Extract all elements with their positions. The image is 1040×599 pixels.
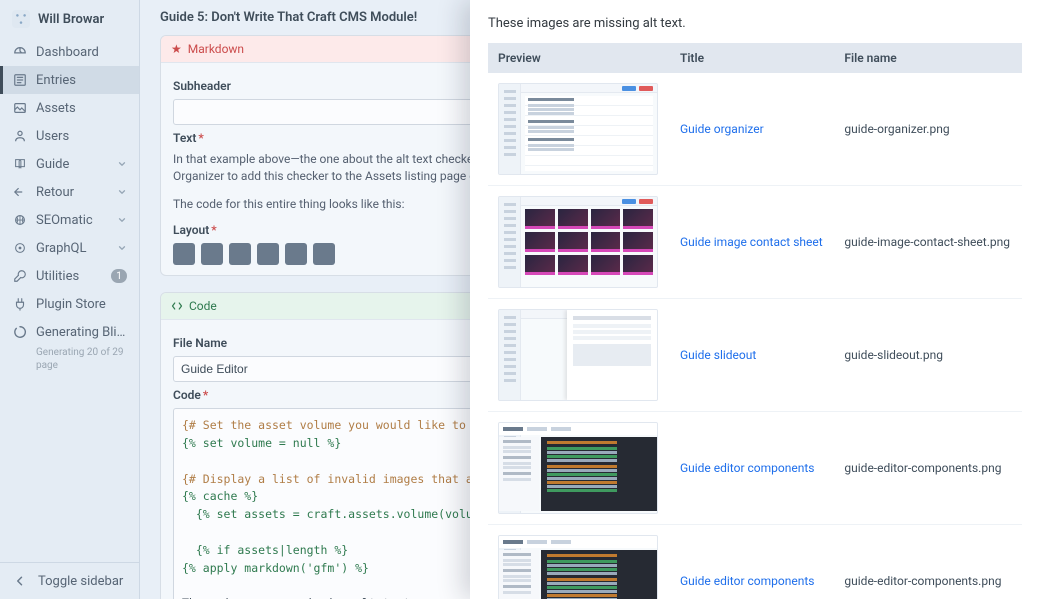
toggle-sidebar-label: Toggle sidebar: [38, 574, 123, 589]
chevron-down-icon: [117, 159, 127, 169]
asset-thumbnail[interactable]: [498, 196, 658, 288]
graphql-icon: [12, 240, 28, 256]
chevron-down-icon: [117, 243, 127, 253]
toggle-sidebar[interactable]: Toggle sidebar: [0, 562, 139, 599]
slideout-panel: These images are missing alt text. Previ…: [470, 0, 1040, 599]
sidebar-item-guide[interactable]: Guide: [0, 150, 139, 178]
sidebar-item-utilities[interactable]: Utilities 1: [0, 262, 139, 290]
cell-file: guide-slideout.png: [834, 299, 1022, 412]
gauge-icon: [12, 44, 28, 60]
sidebar-item-label: Generating Blitz cache: [36, 325, 127, 340]
cell-file: guide-organizer.png: [834, 73, 1022, 186]
sidebar-item-entries[interactable]: Entries: [0, 66, 139, 94]
cell-title: Guide slideout: [670, 299, 834, 412]
asset-thumbnail[interactable]: [498, 309, 658, 401]
table-row: Guide slideout guide-slideout.png: [488, 299, 1022, 412]
sidebar-item-label: SEOmatic: [36, 213, 109, 228]
cell-title: Guide editor components: [670, 525, 834, 599]
star-icon: ★: [171, 42, 182, 56]
sidebar-item-label: Utilities: [36, 269, 103, 284]
cell-file: guide-image-contact-sheet.png: [834, 186, 1022, 299]
asset-title-link[interactable]: Guide organizer: [680, 122, 764, 136]
code-chip-label: Code: [189, 299, 217, 313]
cell-preview: [488, 525, 670, 599]
asset-title-link[interactable]: Guide editor components: [680, 461, 815, 475]
sidebar-item-label: Retour: [36, 185, 109, 200]
assets-icon: [12, 100, 28, 116]
sidebar-item-assets[interactable]: Assets: [0, 94, 139, 122]
chevron-left-icon: [12, 573, 28, 589]
col-title: Title: [670, 43, 834, 73]
asset-title-link[interactable]: Guide image contact sheet: [680, 235, 823, 249]
sidebar-user[interactable]: Will Browar: [0, 0, 139, 38]
cell-file: guide-editor-components.png: [834, 412, 1022, 525]
wrench-icon: [12, 268, 28, 284]
users-icon: [12, 128, 28, 144]
sidebar-nav: Dashboard Entries Assets Users Guide Retour SE…: [0, 38, 139, 562]
layout-option[interactable]: [257, 243, 279, 265]
book-icon: [12, 156, 28, 172]
entries-icon: [12, 72, 28, 88]
seo-icon: [12, 212, 28, 228]
chevron-down-icon: [117, 215, 127, 225]
markdown-chip-label: Markdown: [188, 42, 244, 56]
layout-option[interactable]: [201, 243, 223, 265]
code-icon: [171, 300, 183, 312]
cell-title: Guide editor components: [670, 412, 834, 525]
sidebar-item-label: Users: [36, 129, 127, 144]
sidebar-item-label: Plugin Store: [36, 297, 127, 312]
cell-preview: [488, 73, 670, 186]
spinner-icon: [12, 324, 28, 340]
table-row: Guide organizer guide-organizer.png: [488, 73, 1022, 186]
col-preview: Preview: [488, 43, 670, 73]
sidebar-item-label: Assets: [36, 101, 127, 116]
sidebar-item-plugin-store[interactable]: Plugin Store: [0, 290, 139, 318]
asset-thumbnail[interactable]: [498, 422, 658, 514]
asset-title-link[interactable]: Guide editor components: [680, 574, 815, 588]
sidebar-item-seomatic[interactable]: SEOmatic: [0, 206, 139, 234]
table-row: Guide image contact sheet guide-image-con…: [488, 186, 1022, 299]
sidebar-item-dashboard[interactable]: Dashboard: [0, 38, 139, 66]
craft-logo-icon: [12, 10, 30, 28]
sidebar-item-graphql[interactable]: GraphQL: [0, 234, 139, 262]
layout-option[interactable]: [313, 243, 335, 265]
missing-alt-table: Preview Title File name Guide organizer g…: [488, 43, 1022, 599]
asset-title-link[interactable]: Guide slideout: [680, 348, 756, 362]
sidebar-badge: 1: [111, 269, 127, 283]
asset-thumbnail[interactable]: [498, 535, 658, 599]
cell-preview: [488, 299, 670, 412]
retour-icon: [12, 184, 28, 200]
layout-option[interactable]: [285, 243, 307, 265]
cell-title: Guide image contact sheet: [670, 186, 834, 299]
sidebar-user-name: Will Browar: [38, 12, 104, 27]
table-row: Guide editor components guide-editor-comp…: [488, 525, 1022, 599]
sidebar-item-users[interactable]: Users: [0, 122, 139, 150]
sidebar-item-label: Entries: [36, 73, 127, 88]
sidebar-item-generating-blitz-cache[interactable]: Generating Blitz cache: [0, 318, 139, 346]
global-sidebar: Will Browar Dashboard Entries Assets Users G…: [0, 0, 140, 599]
sidebar-item-retour[interactable]: Retour: [0, 178, 139, 206]
layout-option[interactable]: [229, 243, 251, 265]
sidebar-item-label: Dashboard: [36, 45, 127, 60]
plug-icon: [12, 296, 28, 312]
panel-heading: These images are missing alt text.: [488, 16, 1022, 31]
sidebar-item-label: Guide: [36, 157, 109, 172]
cell-file: guide-editor-components.png: [834, 525, 1022, 599]
col-file: File name: [834, 43, 1022, 73]
cell-title: Guide organizer: [670, 73, 834, 186]
sidebar-item-label: GraphQL: [36, 241, 109, 256]
table-row: Guide editor components guide-editor-comp…: [488, 412, 1022, 525]
cell-preview: [488, 186, 670, 299]
layout-option[interactable]: [173, 243, 195, 265]
chevron-down-icon: [117, 187, 127, 197]
asset-thumbnail[interactable]: [498, 83, 658, 175]
sidebar-item-subtext: Generating 20 of 29 page: [0, 346, 139, 376]
cell-preview: [488, 412, 670, 525]
